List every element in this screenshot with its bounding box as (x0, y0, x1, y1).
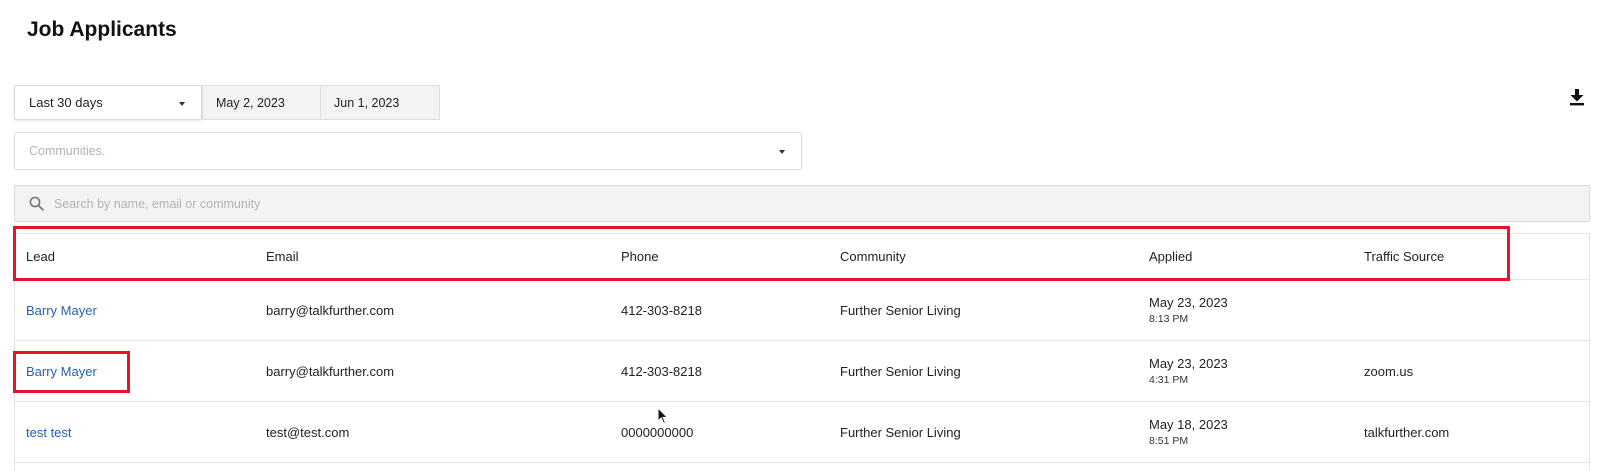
page-title: Job Applicants (27, 18, 177, 41)
applied-cell: May 18, 2023 8:51 PM (1149, 402, 1228, 462)
table-row: test test test@test.com 0000000000 Furth… (15, 402, 1589, 463)
applied-date: May 18, 2023 (1149, 416, 1228, 432)
mouse-pointer-icon (657, 407, 669, 425)
communities-dropdown[interactable]: Communities. (14, 132, 802, 170)
end-date-field[interactable]: Jun 1, 2023 (320, 85, 440, 120)
date-range-dropdown[interactable]: Last 30 days (14, 85, 202, 120)
end-date-value: Jun 1, 2023 (334, 95, 400, 110)
search-input[interactable] (54, 196, 1454, 211)
header-highlight-box (13, 226, 1510, 281)
download-button[interactable] (1567, 86, 1587, 108)
traffic-source-cell: talkfurther.com (1364, 424, 1450, 440)
table-row: Barry Mayer barry@talkfurther.com 412-30… (15, 280, 1589, 341)
lead-cell: test test (26, 402, 72, 462)
lead-cell: Barry Mayer (26, 280, 97, 340)
phone-cell: 412-303-8218 (621, 302, 702, 318)
applied-cell: May 23, 2023 4:31 PM (1149, 341, 1228, 401)
chevron-down-icon (179, 102, 185, 106)
job-applicants-page: Job Applicants Last 30 days May 2, 2023 … (0, 0, 1600, 471)
applied-date: May 23, 2023 (1149, 355, 1228, 371)
email-cell: test@test.com (266, 424, 350, 440)
traffic-source-cell: zoom.us (1364, 363, 1414, 379)
applied-time: 8:13 PM (1149, 312, 1189, 325)
applied-time: 4:31 PM (1149, 373, 1189, 386)
applied-date: May 23, 2023 (1149, 294, 1228, 310)
chevron-down-icon (779, 150, 785, 154)
communities-placeholder: Communities. (29, 144, 106, 158)
community-cell: Further Senior Living (840, 424, 961, 440)
lead-name-link[interactable]: test test (26, 425, 72, 440)
start-date-value: May 2, 2023 (216, 95, 285, 110)
applied-time: 8:51 PM (1149, 434, 1189, 447)
search-bar (14, 185, 1590, 222)
lead-highlight-box (13, 351, 130, 393)
community-cell: Further Senior Living (840, 363, 961, 379)
email-cell: barry@talkfurther.com (266, 302, 395, 318)
start-date-field[interactable]: May 2, 2023 (202, 85, 320, 120)
download-icon (1570, 89, 1584, 106)
community-cell: Further Senior Living (840, 302, 961, 318)
search-icon (29, 196, 44, 211)
applied-cell: May 23, 2023 8:13 PM (1149, 280, 1228, 340)
table-row: Barry Mayer barry@talkfurther.com 412-30… (15, 341, 1589, 402)
date-range-label: Last 30 days (29, 95, 103, 110)
phone-cell: 412-303-8218 (621, 363, 702, 379)
email-cell: barry@talkfurther.com (266, 363, 395, 379)
lead-name-link[interactable]: Barry Mayer (26, 303, 97, 318)
